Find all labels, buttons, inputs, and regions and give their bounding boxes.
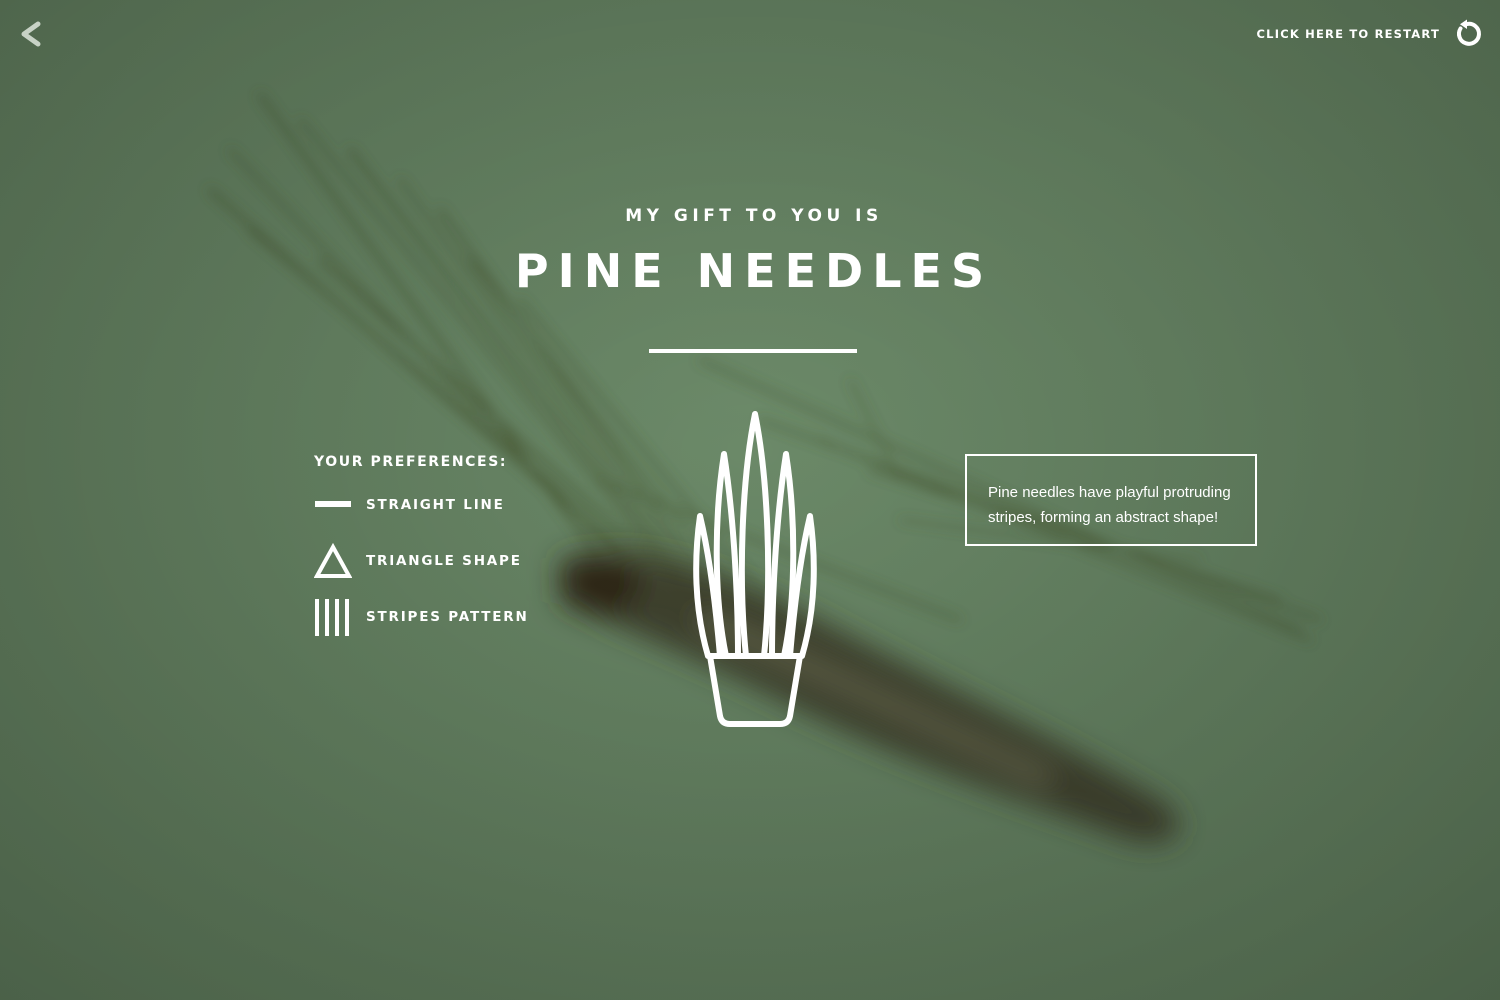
preferences-heading: YOUR PREFERENCES: <box>314 454 508 470</box>
pine-needles-pot-icon <box>693 411 817 727</box>
preference-stripes-pattern: STRIPES PATTERN <box>314 597 574 637</box>
triangle-icon <box>314 542 352 578</box>
stripes-icon <box>315 599 349 636</box>
straight-line-icon <box>315 501 351 507</box>
title-divider <box>649 349 857 353</box>
restart-button[interactable]: CLICK HERE TO RESTART <box>1257 18 1482 50</box>
back-button[interactable] <box>16 18 48 50</box>
chevron-left-icon <box>21 21 41 47</box>
preference-label: STRIPES PATTERN <box>366 609 529 625</box>
preference-straight-line: STRAIGHT LINE <box>314 485 574 525</box>
preference-label: STRAIGHT LINE <box>366 497 505 513</box>
preference-label: TRIANGLE SHAPE <box>366 553 522 569</box>
gift-title: PINE NEEDLES <box>514 244 994 298</box>
restart-label: CLICK HERE TO RESTART <box>1256 27 1440 41</box>
restart-icon <box>1456 19 1481 46</box>
gift-description: Pine needles have playful protruding str… <box>988 484 1231 526</box>
gift-description-box: Pine needles have playful protruding str… <box>965 454 1257 546</box>
preference-triangle-shape: TRIANGLE SHAPE <box>314 541 574 581</box>
gift-pre-title: MY GIFT TO YOU IS <box>625 206 883 226</box>
preferences-panel: YOUR PREFERENCES: STRAIGHT LINE TRIANGLE… <box>314 453 574 653</box>
